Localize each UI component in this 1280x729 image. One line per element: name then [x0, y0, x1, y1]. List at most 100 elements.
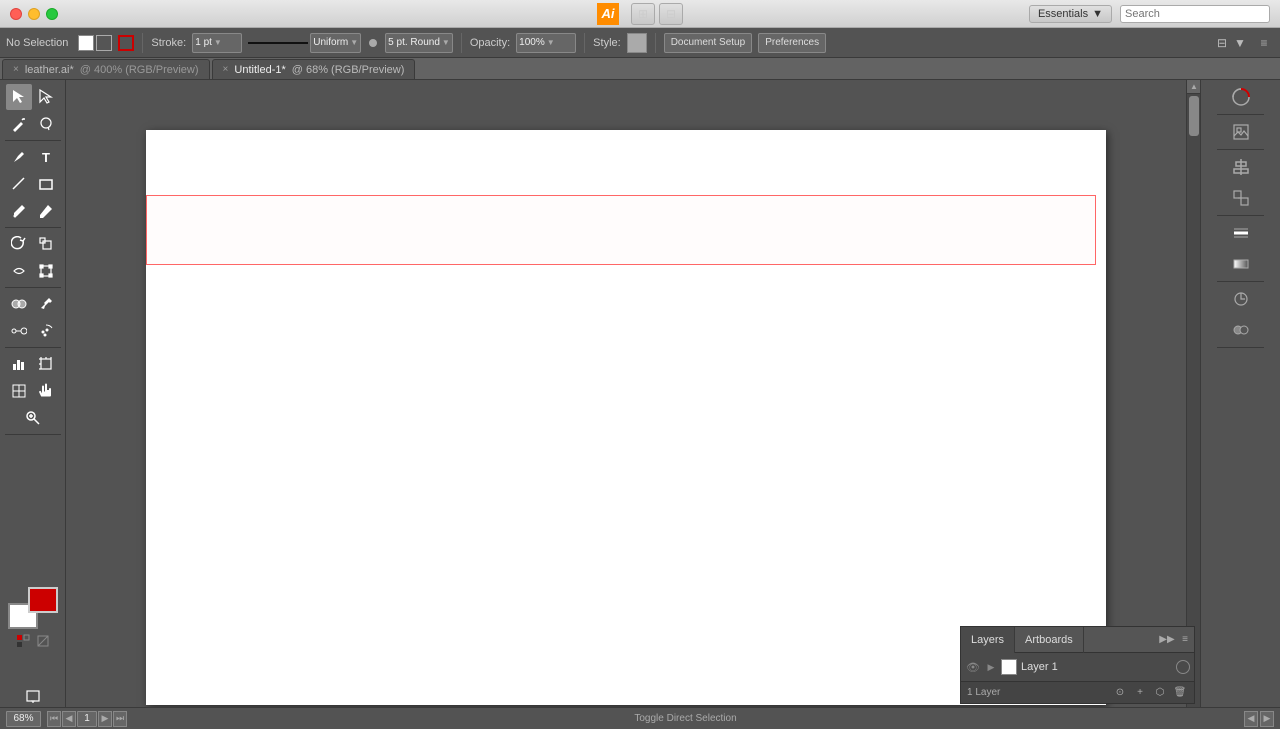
- lasso-tool[interactable]: [33, 111, 59, 137]
- symbol-sprayer-tool[interactable]: [33, 318, 59, 344]
- tool-row-selection: [6, 84, 59, 110]
- tab-close-icon-2[interactable]: ×: [223, 64, 229, 75]
- layers-panel-header: Layers Artboards ▶▶ ≡: [961, 627, 1194, 653]
- status-arrow-right[interactable]: ▶: [1260, 711, 1274, 727]
- free-transform-tool[interactable]: [33, 258, 59, 284]
- layer-expand-icon[interactable]: ▶: [985, 661, 997, 673]
- pencil-tool[interactable]: [33, 198, 59, 224]
- color-mode-btn[interactable]: [15, 633, 31, 649]
- options-icon[interactable]: ≡: [1254, 33, 1274, 53]
- maximize-button[interactable]: [46, 8, 58, 20]
- rotate-tool[interactable]: [6, 231, 32, 257]
- minimize-button[interactable]: [28, 8, 40, 20]
- scroll-up-button[interactable]: ▲: [1187, 80, 1201, 94]
- magic-wand-tool[interactable]: [6, 111, 32, 137]
- gradient-panel-icon[interactable]: [1227, 250, 1255, 278]
- zoom-tool[interactable]: [20, 405, 46, 431]
- layers-tab[interactable]: Layers: [961, 627, 1015, 653]
- tab-close-icon[interactable]: ×: [13, 64, 19, 75]
- line-tool[interactable]: [6, 171, 32, 197]
- layers-options-icon[interactable]: ≡: [1176, 631, 1194, 649]
- page-input[interactable]: [77, 711, 97, 727]
- color-mode-row: [15, 633, 51, 649]
- page-nav: ⏮ ◀ ▶ ⏭: [47, 711, 127, 727]
- prev-page-button[interactable]: ◀: [62, 711, 76, 727]
- locate-object-icon[interactable]: ⊙: [1112, 685, 1128, 701]
- align-panel-icon[interactable]: [1227, 153, 1255, 181]
- slice-tool[interactable]: [6, 378, 32, 404]
- artboard-tool[interactable]: [33, 351, 59, 377]
- right-sep-5: [1217, 347, 1264, 348]
- status-arrow-left[interactable]: ◀: [1244, 711, 1258, 727]
- image-panel-icon[interactable]: [1227, 118, 1255, 146]
- transform-panel-icon[interactable]: [1227, 184, 1255, 212]
- zoom-input[interactable]: [6, 711, 41, 727]
- preferences-button[interactable]: Preferences: [758, 33, 826, 53]
- appearance-panel-icon[interactable]: [1227, 285, 1255, 313]
- pen-tool[interactable]: [6, 144, 32, 170]
- scale-tool[interactable]: [33, 231, 59, 257]
- screen-mode-btn[interactable]: [20, 683, 46, 709]
- layers-panel-footer: 1 Layer ⊙ + ⬡ 🗑: [961, 681, 1194, 703]
- arrange-icon[interactable]: ⊟: [1214, 35, 1230, 51]
- fill-swatch[interactable]: [78, 35, 94, 51]
- tool-row-magic: [6, 111, 59, 137]
- type-tool[interactable]: T: [33, 144, 59, 170]
- stroke-indicator[interactable]: [118, 35, 134, 51]
- selection-tool[interactable]: [6, 84, 32, 110]
- last-page-button[interactable]: ⏭: [113, 711, 127, 727]
- first-page-button[interactable]: ⏮: [47, 711, 61, 727]
- close-button[interactable]: [10, 8, 22, 20]
- rect-tool[interactable]: [33, 171, 59, 197]
- stroke-color-swatch[interactable]: [28, 587, 58, 613]
- blend-tool[interactable]: [6, 318, 32, 344]
- scroll-thumb[interactable]: [1189, 96, 1199, 136]
- layer-row[interactable]: 👁 ▶ Layer 1: [961, 655, 1194, 679]
- stroke-cap-dropdown[interactable]: 5 pt. Round ▼: [385, 33, 453, 53]
- color-panel-icon[interactable]: [1227, 83, 1255, 111]
- workspace-switcher-icon[interactable]: ⊟: [659, 3, 683, 25]
- workspace-button[interactable]: Essentials ▼: [1029, 5, 1112, 23]
- document-setup-button[interactable]: Document Setup: [664, 33, 753, 53]
- color-swatches: [8, 587, 58, 629]
- scroll-track[interactable]: [1187, 94, 1200, 715]
- app-logo: Ai ⊞ ⊟: [597, 3, 683, 25]
- layer-visibility-icon[interactable]: 👁: [965, 659, 981, 675]
- stroke-swatch-toolbar[interactable]: [96, 35, 112, 51]
- tab-leather[interactable]: × leather.ai* @ 400% (RGB/Preview): [2, 59, 210, 79]
- paintbrush-tool[interactable]: [6, 198, 32, 224]
- layers-menu-icon[interactable]: ▶▶: [1158, 631, 1176, 649]
- tab-bar: × leather.ai* @ 400% (RGB/Preview) × Unt…: [0, 58, 1280, 80]
- column-graph-tool[interactable]: [6, 351, 32, 377]
- delete-layer-icon[interactable]: 🗑: [1172, 685, 1188, 701]
- shape-builder-tool[interactable]: [6, 291, 32, 317]
- stroke-panel-icon[interactable]: [1227, 219, 1255, 247]
- stroke-type-dropdown[interactable]: Uniform ▼: [310, 33, 361, 53]
- hand-tool[interactable]: [33, 378, 59, 404]
- opacity-dropdown[interactable]: 100% ▼: [516, 33, 576, 53]
- layers-panel: Layers Artboards ▶▶ ≡ 👁 ▶ Layer 1 1 Laye…: [960, 626, 1195, 704]
- eyedropper-tool[interactable]: [33, 291, 59, 317]
- direct-selection-tool[interactable]: [33, 84, 59, 110]
- tab-untitled[interactable]: × Untitled-1* @ 68% (RGB/Preview): [212, 59, 416, 79]
- artboards-tab[interactable]: Artboards: [1015, 627, 1084, 653]
- red-rectangle[interactable]: [146, 195, 1096, 265]
- next-page-button[interactable]: ▶: [98, 711, 112, 727]
- right-sep-2: [1217, 149, 1264, 150]
- warp-tool[interactable]: [6, 258, 32, 284]
- tool-row-line: [6, 171, 59, 197]
- graphicstyle-panel-icon[interactable]: [1227, 316, 1255, 344]
- new-layer-icon[interactable]: +: [1132, 685, 1148, 701]
- style-swatch[interactable]: [627, 33, 647, 53]
- stroke-weight-dropdown[interactable]: 1 pt ▼: [192, 33, 242, 53]
- toggle-panels-icon[interactable]: ▼: [1232, 35, 1248, 51]
- none-btn[interactable]: [35, 633, 51, 649]
- search-input[interactable]: [1120, 5, 1270, 23]
- layer-target-icon[interactable]: [1176, 660, 1190, 674]
- tool-row-brush: [6, 198, 59, 224]
- tool-separator-1: [5, 140, 61, 141]
- media-browser-icon[interactable]: ⊞: [631, 3, 655, 25]
- move-to-layer-icon[interactable]: ⬡: [1152, 685, 1168, 701]
- right-sep-1: [1217, 114, 1264, 115]
- stroke-type-selector[interactable]: Uniform ▼: [248, 33, 361, 53]
